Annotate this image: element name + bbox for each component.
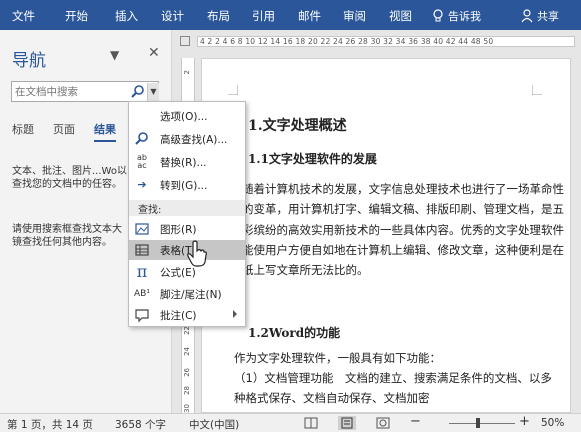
person-icon xyxy=(521,9,533,23)
doc-paragraph[interactable]: 作为文字处理软件，一般具有如下功能： xyxy=(234,348,556,368)
zoom-level[interactable]: 50% xyxy=(541,417,564,429)
zoom-out-button[interactable]: − xyxy=(410,414,421,429)
tab-selector[interactable] xyxy=(180,36,190,46)
ribbon-tab-bar: 文件 开始 插入 设计 布局 引用 邮件 审阅 视图 告诉我 共享 xyxy=(0,0,581,30)
tab-layout[interactable]: 布局 xyxy=(207,8,230,24)
doc-heading-2[interactable]: 1.1文字处理软件的发展 xyxy=(248,150,377,167)
tab-home[interactable]: 开始 xyxy=(65,8,88,24)
vruler-number: 2 xyxy=(183,70,191,75)
nav-pane-title: 导航 xyxy=(12,51,46,71)
tell-me-button[interactable]: 告诉我 xyxy=(432,8,481,24)
read-mode-icon[interactable] xyxy=(302,416,320,430)
lightbulb-icon xyxy=(433,9,443,22)
zoom-slider[interactable] xyxy=(449,423,515,424)
graphic-icon xyxy=(135,223,149,235)
page-count[interactable]: 第 1 页，共 14 页 xyxy=(7,417,93,432)
tab-results[interactable]: 结果 xyxy=(94,121,116,142)
print-layout-icon[interactable] xyxy=(338,416,356,430)
language-indicator[interactable]: 中文(中国) xyxy=(189,417,239,432)
search-options-menu: 选项(O)... 高级查找(A)... ab ac 替换(R)... ➔ 转到(G… xyxy=(128,101,246,327)
share-button[interactable]: 共享 xyxy=(521,8,559,24)
word-count[interactable]: 3658 个字 xyxy=(115,417,166,432)
tab-review[interactable]: 审阅 xyxy=(343,8,366,24)
web-layout-icon[interactable] xyxy=(374,416,392,430)
tab-design[interactable]: 设计 xyxy=(161,8,184,24)
section-label: 查找: xyxy=(138,205,162,216)
menu-item-find-graphics[interactable]: 图形(R) xyxy=(129,219,245,239)
status-bar: 第 1 页，共 14 页 3658 个字 中文(中国) − + 50% xyxy=(0,413,581,432)
search-box: ▼ xyxy=(11,81,159,102)
menu-item-label: 批注(C) xyxy=(160,310,197,322)
menu-item-options[interactable]: 选项(O)... xyxy=(129,106,245,126)
menu-section-header: 查找: xyxy=(129,200,245,216)
share-label: 共享 xyxy=(537,10,559,23)
submenu-arrow-icon xyxy=(233,310,237,318)
menu-item-replace[interactable]: ab ac 替换(R)... xyxy=(129,152,245,172)
zoom-in-button[interactable]: + xyxy=(519,414,530,429)
footnote-icon: AB¹ xyxy=(134,289,150,299)
nav-tabs: 标题 页面 结果 xyxy=(12,121,116,142)
vruler-number: 28 xyxy=(183,386,191,395)
menu-item-label: 选项(O)... xyxy=(160,111,208,123)
menu-item-label: 脚注/尾注(N) xyxy=(160,289,222,301)
margin-corner-mark xyxy=(228,85,238,95)
tab-headings[interactable]: 标题 xyxy=(12,121,34,142)
search-icon[interactable] xyxy=(130,84,146,100)
doc-heading-2[interactable]: 1.2Word的功能 xyxy=(248,324,340,341)
vruler-number: 22 xyxy=(183,326,191,335)
tab-insert[interactable]: 插入 xyxy=(115,8,138,24)
menu-item-advanced-find[interactable]: 高级查找(A)... xyxy=(129,129,245,149)
menu-item-label: 转到(G)... xyxy=(160,180,208,192)
close-icon[interactable]: ✕ xyxy=(148,45,160,61)
replace-icon: ab ac xyxy=(137,153,147,170)
menu-item-label: 高级查找(A)... xyxy=(160,134,228,146)
table-icon xyxy=(135,244,149,256)
tab-mailings[interactable]: 邮件 xyxy=(298,8,321,24)
arrow-right-icon: ➔ xyxy=(137,178,147,191)
vruler-number: 26 xyxy=(183,368,191,377)
zoom-slider-handle[interactable] xyxy=(476,418,480,428)
doc-heading-1[interactable]: 1.文字处理概述 xyxy=(248,115,347,135)
magnifier-icon xyxy=(135,132,148,145)
vruler-number: 24 xyxy=(183,347,191,356)
menu-item-label: 图形(R) xyxy=(160,224,197,236)
doc-paragraph[interactable]: （1）文档管理功能 文档的建立、搜索满足条件的文档、以多种格式保存、文档自动保存… xyxy=(234,368,556,409)
menu-item-find-comments[interactable]: 批注(C) xyxy=(129,305,245,325)
tab-references[interactable]: 引用 xyxy=(252,8,275,24)
menu-item-goto[interactable]: ➔ 转到(G)... xyxy=(129,175,245,195)
search-hint: 请使用搜索框查找文本大镜查找任何其他内容。 xyxy=(12,224,122,248)
pi-icon: π xyxy=(136,262,148,281)
document-page[interactable]: 1.文字处理概述 1.1文字处理软件的发展 随着计算机技术的发展，文字信息处理技… xyxy=(201,58,571,413)
chevron-down-icon[interactable]: ▼ xyxy=(110,48,119,62)
hand-cursor-icon xyxy=(187,240,207,267)
comment-icon xyxy=(135,309,149,323)
horizontal-ruler: 4 2 2 4 6 8 10 12 14 16 18 20 22 24 26 2… xyxy=(172,30,581,52)
tab-pages[interactable]: 页面 xyxy=(53,121,75,142)
ruler-numbers: 4 2 2 4 6 8 10 12 14 16 18 20 22 24 26 2… xyxy=(200,37,494,46)
tab-file[interactable]: 文件 xyxy=(12,8,35,24)
search-options-dropdown-button[interactable]: ▼ xyxy=(147,83,159,101)
doc-paragraph[interactable]: 随着计算机技术的发展，文字信息处理技术也进行了一场革命性的变革，用计算机打字、编… xyxy=(242,179,564,280)
tab-view[interactable]: 视图 xyxy=(389,8,412,24)
search-input[interactable] xyxy=(12,82,122,101)
menu-item-label: 替换(R)... xyxy=(160,157,207,169)
margin-corner-mark xyxy=(532,85,542,95)
tell-me-label: 告诉我 xyxy=(448,10,481,23)
vruler-number: 30 xyxy=(183,404,191,413)
menu-item-find-footnotes[interactable]: AB¹ 脚注/尾注(N) xyxy=(129,284,245,304)
results-description: 文本、批注、图片...Wo以查找您的文档中的任容。 xyxy=(12,166,127,190)
